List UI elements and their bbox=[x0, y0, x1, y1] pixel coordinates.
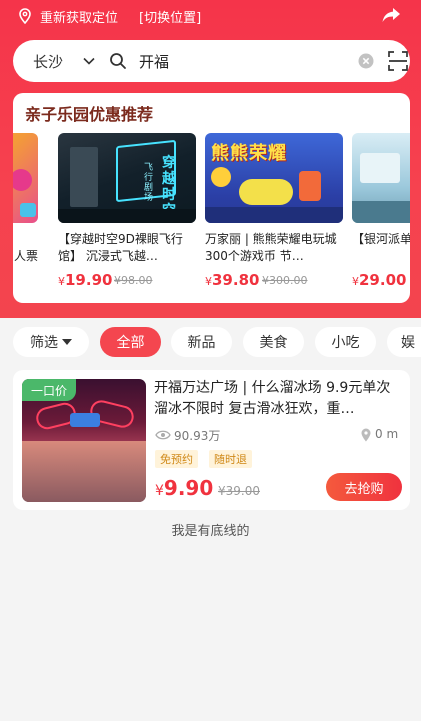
promo-image bbox=[352, 133, 410, 223]
promo-original-price: ¥98.00 bbox=[114, 274, 153, 287]
switch-location-link[interactable]: [切换位置] bbox=[139, 7, 201, 26]
promo-section: 亲子乐园优惠推荐 人票 卡… 穿越时空 飞行剧场 【穿越时空9D裸眼飞行馆】 沉… bbox=[13, 93, 410, 303]
promo-name: 【穿越时空9D裸眼飞行馆】 沉浸式飞越… bbox=[58, 232, 183, 263]
end-of-list-text: 我是有底线的 bbox=[171, 524, 250, 539]
filter-dropdown-label: 筛选 bbox=[30, 335, 58, 351]
deal-card[interactable]: 一口价 开福万达广场 | 什么溜冰场 9.9元单次溜冰不限时 复古滑冰狂欢，重…… bbox=[13, 370, 410, 510]
view-count: 90.93万 bbox=[174, 429, 221, 443]
eye-icon bbox=[155, 430, 171, 440]
promo-image: 熊熊荣耀 bbox=[205, 133, 343, 223]
deal-title: 开福万达广场 | 什么溜冰场 9.9元单次溜冰不限时 复古滑冰狂欢，重… bbox=[154, 380, 391, 417]
clear-icon[interactable] bbox=[358, 53, 374, 69]
distance: 0 m bbox=[375, 427, 399, 441]
promo-title: 亲子乐园优惠推荐 bbox=[25, 105, 154, 124]
promo-image: 穿越时空 飞行剧场 bbox=[58, 133, 196, 223]
deal-price: ¥9.90 bbox=[155, 476, 214, 500]
map-pin-icon bbox=[361, 428, 371, 442]
promo-name: 人票 卡… bbox=[13, 249, 38, 263]
promo-price: ¥19.90 bbox=[58, 271, 113, 289]
no-reservation-badge: 免预约 bbox=[155, 450, 198, 468]
filter-tab-entertainment[interactable]: 娱 bbox=[387, 327, 421, 357]
promo-price: ¥39.80 bbox=[205, 271, 260, 289]
relocate-link[interactable]: 重新获取定位 bbox=[40, 7, 118, 26]
filter-tab-new[interactable]: 新品 bbox=[171, 327, 232, 357]
location-pin-icon[interactable] bbox=[18, 8, 32, 24]
promo-name: 万家丽 | 熊熊荣耀电玩城 300个游戏币 节… bbox=[205, 232, 337, 263]
promo-price: ¥29.00 bbox=[352, 271, 407, 289]
deal-original-price: ¥39.00 bbox=[218, 484, 260, 498]
chevron-down-icon[interactable] bbox=[82, 54, 96, 68]
refund-anytime-badge: 随时退 bbox=[209, 450, 252, 468]
filter-tab-all[interactable]: 全部 bbox=[100, 327, 161, 357]
promo-name: 【银河派单人畅玩 bbox=[352, 232, 410, 246]
promo-image bbox=[13, 133, 38, 223]
search-icon bbox=[110, 53, 126, 69]
promo-original-price: ¥300.00 bbox=[262, 274, 308, 287]
location-bar: 重新获取定位 [切换位置] bbox=[0, 0, 421, 32]
filter-bar: 筛选 全部 新品 美食 小吃 娱 bbox=[0, 325, 421, 363]
filter-tab-snacks[interactable]: 小吃 bbox=[315, 327, 376, 357]
filter-tab-food[interactable]: 美食 bbox=[243, 327, 304, 357]
share-icon[interactable] bbox=[380, 4, 402, 26]
search-input[interactable] bbox=[139, 48, 339, 74]
city-selector[interactable]: 长沙 bbox=[33, 51, 63, 72]
buy-now-button[interactable]: 去抢购 bbox=[326, 473, 402, 501]
fixed-price-tag: 一口价 bbox=[22, 379, 76, 401]
scan-icon[interactable] bbox=[388, 51, 408, 71]
filter-dropdown[interactable]: 筛选 bbox=[13, 327, 89, 357]
search-bar: 长沙 bbox=[13, 40, 410, 82]
caret-down-icon bbox=[62, 339, 72, 345]
promo-carousel[interactable]: 人票 卡… 穿越时空 飞行剧场 【穿越时空9D裸眼飞行馆】 沉浸式飞越… ¥19… bbox=[13, 133, 410, 293]
